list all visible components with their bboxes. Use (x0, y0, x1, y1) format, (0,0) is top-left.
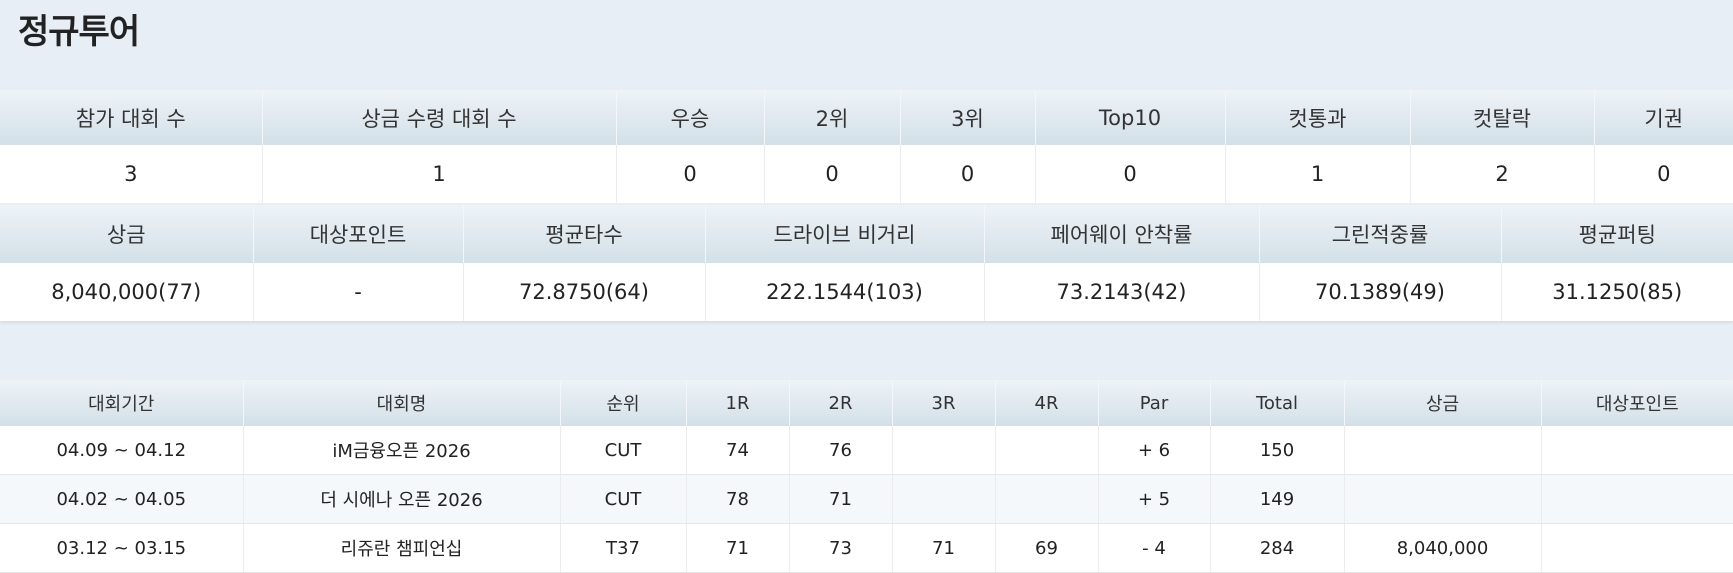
value-prize-events: 1 (262, 145, 617, 203)
cell-round2: 76 (789, 426, 893, 475)
value-second: 0 (764, 145, 901, 203)
header-fairway-accuracy: 페어웨이 안착률 (984, 205, 1260, 263)
header-prize-events: 상금 수령 대회 수 (262, 90, 617, 145)
value-award-points: - (253, 263, 464, 321)
header-putting-average: 평균퍼팅 (1501, 205, 1733, 263)
value-fairway-accuracy: 73.2143(42) (984, 263, 1260, 321)
value-putting-average: 31.1250(85) (1501, 263, 1733, 321)
header-wins: 우승 (616, 90, 765, 145)
header-period: 대회기간 (0, 380, 244, 426)
cell-tournament: 리쥬란 챔피언십 (243, 523, 561, 573)
cell-round4 (995, 426, 1099, 475)
tour-summary-table: 참가 대회 수 상금 수령 대회 수 우승 2위 3위 Top10 컷통과 컷탈… (0, 90, 1733, 203)
table-row: 04.09 ~ 04.12 iM금융오픈 2026 CUT 74 76 + 6 … (0, 426, 1733, 475)
cell-round1: 71 (686, 523, 790, 573)
header-round3: 3R (892, 380, 996, 426)
cell-points (1541, 474, 1733, 524)
value-driving-distance: 222.1544(103) (705, 263, 985, 321)
cell-round3: 71 (892, 523, 996, 573)
header-points: 대상포인트 (1541, 380, 1733, 426)
cell-prize (1344, 474, 1542, 524)
page-title: 정규투어 (18, 12, 140, 52)
cell-points (1541, 426, 1733, 475)
cell-prize (1344, 426, 1542, 475)
value-third: 0 (900, 145, 1036, 203)
header-rank: 순위 (560, 380, 687, 426)
cell-total: 150 (1210, 426, 1345, 475)
cell-rank: CUT (560, 426, 687, 475)
cell-round4: 69 (995, 523, 1099, 573)
tournament-results-table: 대회기간 대회명 순위 1R 2R 3R 4R Par Total 상금 대상포… (0, 380, 1733, 573)
cell-period: 04.09 ~ 04.12 (0, 426, 244, 475)
header-second: 2위 (764, 90, 901, 145)
header-par: Par (1098, 380, 1211, 426)
cell-tournament: 더 시에나 오픈 2026 (243, 474, 561, 524)
value-withdraw: 0 (1594, 145, 1733, 203)
value-entries: 3 (0, 145, 263, 203)
header-prize-money: 상금 (0, 205, 254, 263)
header-scoring-average: 평균타수 (463, 205, 706, 263)
cell-points (1541, 523, 1733, 573)
value-prize-money: 8,040,000(77) (0, 263, 254, 321)
cell-round3 (892, 426, 996, 475)
cell-period: 03.12 ~ 03.15 (0, 523, 244, 573)
table-row: 04.02 ~ 04.05 더 시에나 오픈 2026 CUT 78 71 + … (0, 474, 1733, 524)
value-wins: 0 (616, 145, 765, 203)
header-driving-distance: 드라이브 비거리 (705, 205, 985, 263)
header-cut-fail: 컷탈락 (1410, 90, 1595, 145)
header-round1: 1R (686, 380, 790, 426)
header-withdraw: 기권 (1594, 90, 1733, 145)
cell-par: - 4 (1098, 523, 1211, 573)
cell-rank: CUT (560, 474, 687, 524)
value-cut-pass: 1 (1225, 145, 1411, 203)
value-greens-in-regulation: 70.1389(49) (1259, 263, 1502, 321)
header-total: Total (1210, 380, 1345, 426)
cell-period: 04.02 ~ 04.05 (0, 474, 244, 524)
header-cut-pass: 컷통과 (1225, 90, 1411, 145)
header-tournament: 대회명 (243, 380, 561, 426)
cell-round1: 78 (686, 474, 790, 524)
table-row: 03.12 ~ 03.15 리쥬란 챔피언십 T37 71 73 71 69 -… (0, 523, 1733, 573)
cell-par: + 5 (1098, 474, 1211, 524)
cell-tournament: iM금융오픈 2026 (243, 426, 561, 475)
cell-round2: 73 (789, 523, 893, 573)
cell-round1: 74 (686, 426, 790, 475)
cell-round2: 71 (789, 474, 893, 524)
header-top10: Top10 (1035, 90, 1226, 145)
value-scoring-average: 72.8750(64) (463, 263, 706, 321)
header-round4: 4R (995, 380, 1099, 426)
cell-round3 (892, 474, 996, 524)
cell-prize: 8,040,000 (1344, 523, 1542, 573)
tour-stats-table: 상금 대상포인트 평균타수 드라이브 비거리 페어웨이 안착률 그린적중률 평균… (0, 205, 1733, 321)
cell-rank: T37 (560, 523, 687, 573)
header-award-points: 대상포인트 (253, 205, 464, 263)
cell-round4 (995, 474, 1099, 524)
header-round2: 2R (789, 380, 893, 426)
value-top10: 0 (1035, 145, 1226, 203)
header-third: 3위 (900, 90, 1036, 145)
header-prize: 상금 (1344, 380, 1542, 426)
cell-total: 149 (1210, 474, 1345, 524)
cell-total: 284 (1210, 523, 1345, 573)
header-entries: 참가 대회 수 (0, 90, 263, 145)
header-greens-in-regulation: 그린적중률 (1259, 205, 1502, 263)
value-cut-fail: 2 (1410, 145, 1595, 203)
cell-par: + 6 (1098, 426, 1211, 475)
